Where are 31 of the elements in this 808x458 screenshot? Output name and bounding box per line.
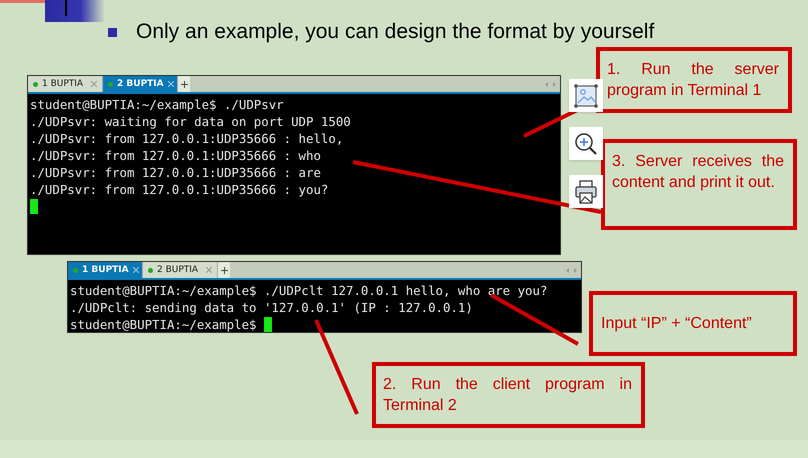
terminal-line: ./UDPsvr: from 127.0.0.1:UDP35666 : hello, <box>30 130 344 147</box>
terminal-tab[interactable]: 1 BUPTIA <box>28 76 103 92</box>
scroll-tabs-icon[interactable] <box>566 268 577 272</box>
callout-text: 2. Run the client program in Terminal 2 <box>383 375 632 416</box>
zoom-in-button[interactable] <box>569 127 603 160</box>
terminal-line: ./UDPsvr: waiting for data on port UDP 1500 <box>30 113 351 130</box>
close-icon[interactable] <box>168 81 174 87</box>
new-tab-icon[interactable] <box>220 266 228 274</box>
terminal-tab[interactable]: 1 BUPTIA <box>68 262 143 278</box>
bullet-text: Only an example, you can design the format by yourself <box>136 20 654 44</box>
callout-text: 3. Server receives the content and print it out. <box>612 152 784 193</box>
bullet-icon <box>108 28 117 36</box>
close-icon[interactable] <box>91 81 97 87</box>
terminal-line: ./UDPsvr: from 127.0.0.1:UDP35666 : are <box>30 164 321 181</box>
terminal-line: student@BUPTIA:~/example$ ./UDPsvr <box>30 96 284 113</box>
callout-text: 1. Run the server program in Terminal 1 <box>607 60 779 101</box>
terminal-line: ./UDPclt: sending data to '127.0.0.1' (IP : 127.0.0.1) <box>70 299 473 316</box>
terminal-line: ./UDPsvr: from 127.0.0.1:UDP35666 : who <box>30 147 321 164</box>
terminal-line: student@BUPTIA:~/example$ ./UDPclt 127.0.0.1 hello, who are you? <box>70 282 548 299</box>
new-tab-icon[interactable] <box>180 80 188 88</box>
terminal-line: student@BUPTIA:~/example$ <box>70 316 258 333</box>
terminal-tab[interactable]: 2 BUPTIA <box>103 76 178 92</box>
scroll-tabs-icon[interactable] <box>545 82 556 86</box>
callout-text: Input “IP” + “Content” <box>601 314 753 334</box>
image-icon <box>572 82 600 110</box>
terminal-line: ./UDPsvr: from 127.0.0.1:UDP35666 : you? <box>30 181 328 198</box>
close-icon[interactable] <box>132 267 139 273</box>
close-icon[interactable] <box>206 267 212 273</box>
image-button[interactable] <box>569 79 603 112</box>
print-button[interactable] <box>569 175 603 208</box>
terminal-tab[interactable]: 2 BUPTIA <box>143 262 218 278</box>
